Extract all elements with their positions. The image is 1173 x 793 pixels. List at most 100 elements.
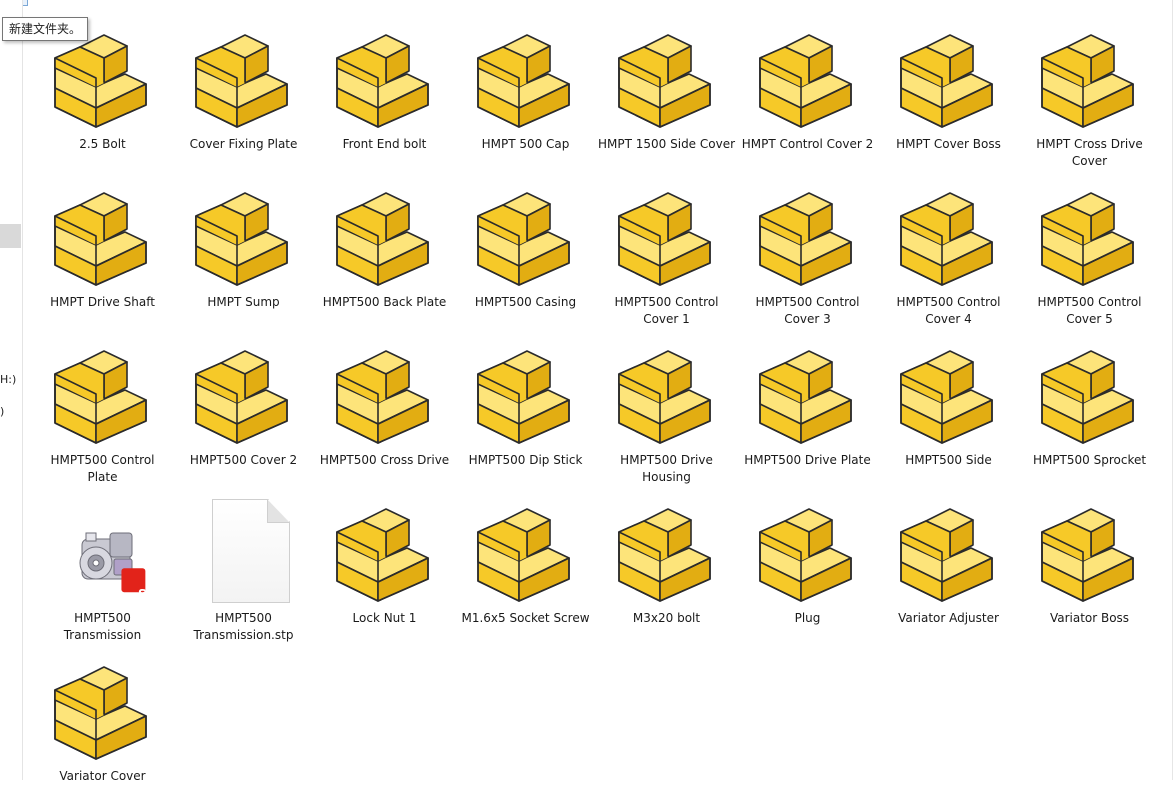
nav-selected-item[interactable] (0, 224, 21, 248)
solidworks-part-icon (898, 339, 999, 449)
solidworks-part-icon (475, 339, 576, 449)
assembly-shape: SW (79, 532, 153, 601)
file-item[interactable]: Cover Fixing Plate (173, 3, 314, 161)
file-item[interactable]: HMPT500 Control Plate (32, 319, 173, 484)
solidworks-part-icon (1039, 339, 1140, 449)
file-name-label: Front End bolt (342, 137, 427, 151)
file-item[interactable]: HMPT500 Control Cover 5 (1019, 161, 1160, 326)
part-shape (618, 508, 711, 602)
file-name-label: HMPT500 Back Plate (322, 295, 447, 309)
file-name-label: HMPT500 Transmission.stp (193, 611, 294, 642)
file-item[interactable]: HMPT 500 Cap (455, 3, 596, 161)
file-name-label: Variator Boss (1049, 611, 1130, 625)
solidworks-part-icon (616, 181, 717, 291)
file-item[interactable]: M3x20 bolt (596, 477, 737, 635)
solidworks-part-icon (616, 497, 717, 607)
sw-badge-icon: SW (138, 587, 153, 601)
file-item[interactable]: HMPT500 Casing (455, 161, 596, 319)
file-name-label: HMPT 1500 Side Cover (598, 137, 736, 151)
generic-file-icon (193, 497, 294, 607)
file-name-label: Lock Nut 1 (352, 611, 417, 625)
part-shape (1041, 508, 1134, 602)
part-shape (195, 34, 288, 128)
file-name-label: Variator Adjuster (898, 611, 999, 625)
part-shape (759, 192, 852, 286)
file-item[interactable]: HMPT Control Cover 2 (737, 3, 878, 161)
part-shape (336, 350, 429, 444)
file-name-label: M3x20 bolt (632, 611, 701, 625)
file-item[interactable]: HMPT500 Control Cover 1 (596, 161, 737, 326)
file-name-label: HMPT500 Drive Plate (744, 453, 871, 467)
part-shape (477, 34, 570, 128)
solidworks-part-icon (334, 23, 435, 133)
part-shape (900, 192, 993, 286)
nav-drive-label[interactable]: H:) (0, 373, 16, 386)
part-shape (477, 192, 570, 286)
solidworks-part-icon (1039, 23, 1140, 133)
part-shape (1041, 34, 1134, 128)
solidworks-assembly-icon: SW (52, 497, 153, 607)
file-name-label: HMPT 500 Cap (481, 137, 570, 151)
solidworks-part-icon (475, 497, 576, 607)
solidworks-part-icon (1039, 181, 1140, 291)
solidworks-part-icon (193, 23, 294, 133)
file-item[interactable]: Variator Adjuster (878, 477, 1019, 635)
file-name-label: HMPT500 Cross Drive (319, 453, 450, 467)
file-name-label: HMPT Cover Boss (896, 137, 1001, 151)
file-name-label: M1.6x5 Socket Screw (461, 611, 590, 625)
file-item[interactable]: Front End bolt (314, 3, 455, 161)
part-shape (336, 192, 429, 286)
file-item[interactable]: Variator Boss (1019, 477, 1160, 635)
file-item[interactable]: Plug (737, 477, 878, 635)
file-item[interactable]: Lock Nut 1 (314, 477, 455, 635)
file-item[interactable]: HMPT500 Side (878, 319, 1019, 477)
file-item[interactable]: HMPT500 Control Cover 4 (878, 161, 1019, 326)
part-shape (900, 350, 993, 444)
file-item[interactable]: HMPT Drive Shaft (32, 161, 173, 319)
file-item[interactable]: SWHMPT500 Transmission (32, 477, 173, 642)
part-shape (900, 34, 993, 128)
part-shape (900, 508, 993, 602)
part-shape (1041, 192, 1134, 286)
solidworks-part-icon (898, 497, 999, 607)
file-item[interactable]: HMPT500 Drive Housing (596, 319, 737, 484)
part-shape (1041, 350, 1134, 444)
solidworks-part-icon (193, 181, 294, 291)
solidworks-part-icon (1039, 497, 1140, 607)
file-item[interactable]: HMPT500 Drive Plate (737, 319, 878, 477)
file-item[interactable]: HMPT Cross Drive Cover (1019, 3, 1160, 168)
file-item[interactable]: HMPT500 Sprocket (1019, 319, 1160, 477)
solidworks-part-icon (898, 23, 999, 133)
file-item[interactable]: HMPT500 Control Cover 3 (737, 161, 878, 326)
file-item[interactable]: HMPT 1500 Side Cover (596, 3, 737, 161)
part-shape (618, 192, 711, 286)
file-name-label: HMPT500 Casing (474, 295, 577, 309)
navigation-pane[interactable]: H:) ) (0, 0, 23, 780)
part-shape (477, 350, 570, 444)
solidworks-part-icon (616, 23, 717, 133)
part-shape (336, 508, 429, 602)
file-name-label: HMPT Control Cover 2 (741, 137, 874, 151)
file-item[interactable]: HMPT500 Cross Drive (314, 319, 455, 477)
part-shape (54, 666, 147, 760)
nav-drive-label[interactable]: ) (0, 405, 4, 418)
part-shape (54, 350, 147, 444)
file-grid: 2.5 Bolt Cover Fixing Plate Front End bolt… (32, 0, 1173, 783)
solidworks-part-icon (334, 339, 435, 449)
file-name-label: HMPT500 Cover 2 (189, 453, 298, 467)
file-item[interactable]: HMPT500 Transmission.stp (173, 477, 314, 642)
file-item[interactable]: Variator Cover (32, 635, 173, 793)
file-item[interactable]: M1.6x5 Socket Screw (455, 477, 596, 635)
new-folder-tooltip: 新建文件夹。 (2, 17, 89, 41)
part-shape (54, 192, 147, 286)
file-item[interactable]: HMPT500 Back Plate (314, 161, 455, 319)
solidworks-part-icon (52, 655, 153, 765)
file-item[interactable]: HMPT500 Cover 2 (173, 319, 314, 477)
file-name-label: HMPT Drive Shaft (50, 295, 155, 309)
solidworks-part-icon (616, 339, 717, 449)
file-item[interactable]: HMPT Cover Boss (878, 3, 1019, 161)
file-name-label: 2.5 Bolt (79, 137, 126, 151)
file-item[interactable]: HMPT Sump (173, 161, 314, 319)
file-item[interactable]: HMPT500 Dip Stick (455, 319, 596, 477)
solidworks-part-icon (757, 23, 858, 133)
